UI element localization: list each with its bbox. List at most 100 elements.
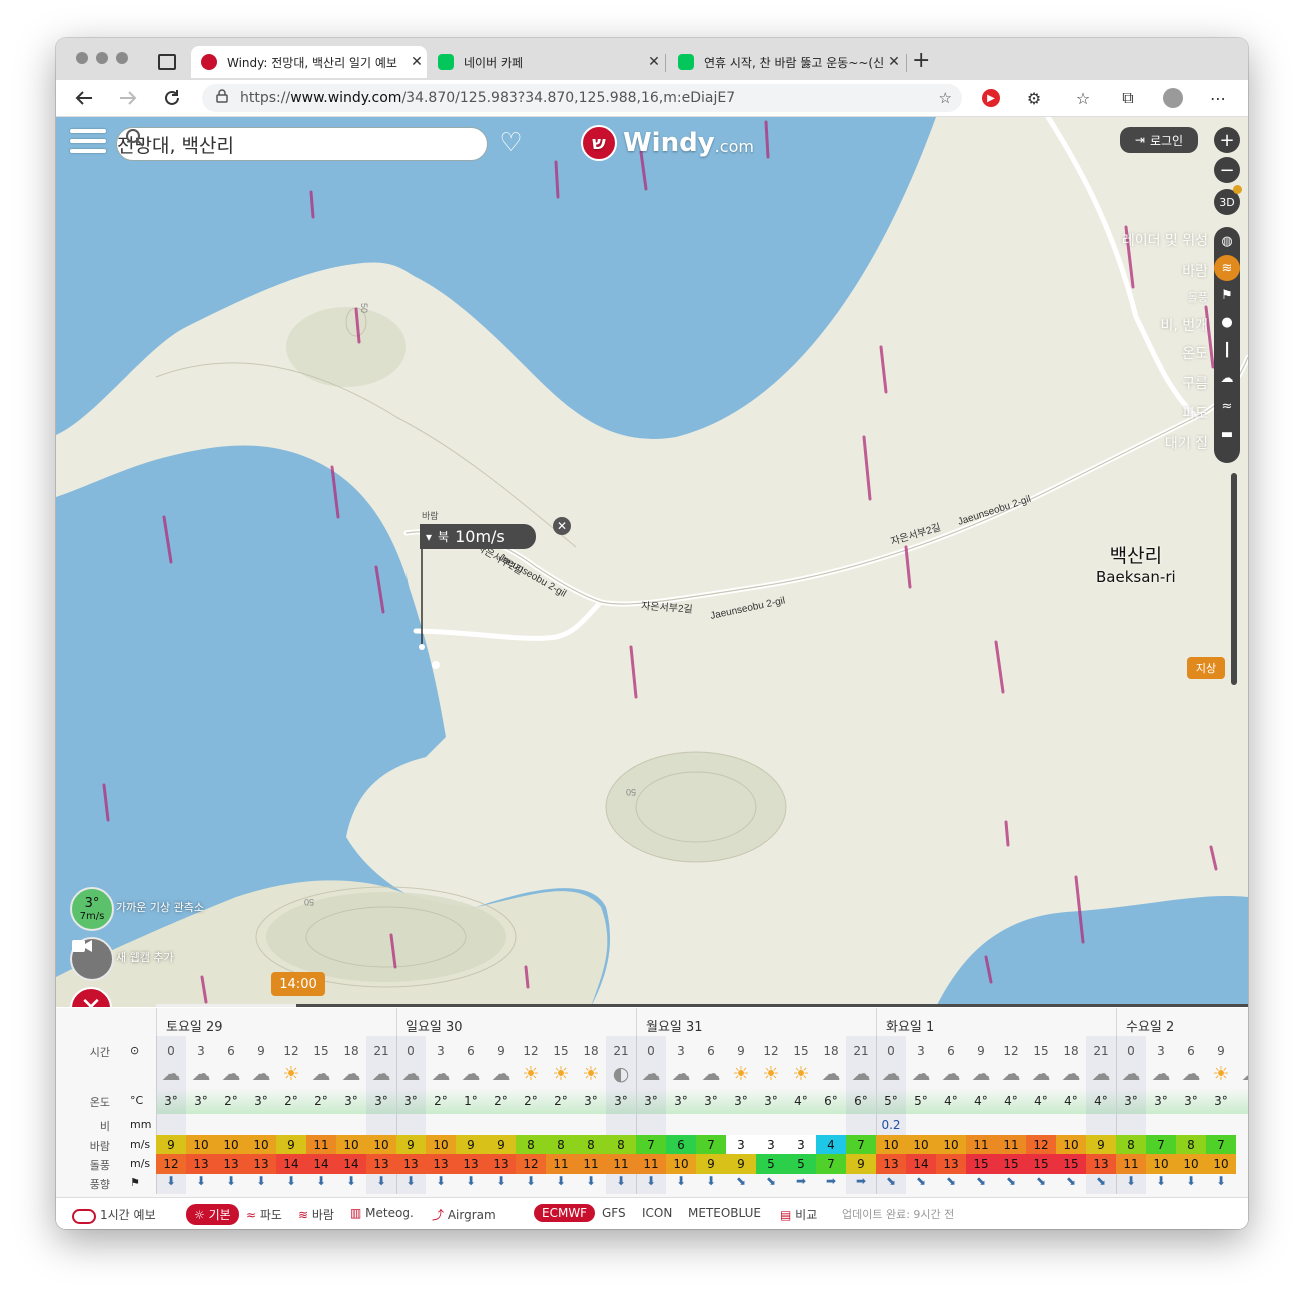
station-label[interactable]: 가까운 기상 관측소 xyxy=(116,899,204,915)
day-header[interactable]: 토요일 29 xyxy=(166,1016,223,1035)
weather-station-button[interactable]: 3° 7m/s xyxy=(70,887,114,931)
close-tab-icon[interactable]: ✕ xyxy=(884,54,904,70)
place-name-en: Baeksan-ri xyxy=(1096,568,1176,586)
layer-label-air-quality[interactable]: 대기 질 xyxy=(1165,433,1208,453)
model-ecmwf[interactable]: ECMWF xyxy=(534,1204,596,1222)
wind-direction-arrow-icon: ➡ xyxy=(825,1174,837,1188)
day-header[interactable]: 화요일 1 xyxy=(886,1016,934,1035)
wind-icon[interactable]: ≋ xyxy=(1214,255,1240,281)
tab-wind[interactable]: ≋ 바람 xyxy=(298,1206,334,1223)
hour-cell: 12 xyxy=(283,1044,299,1058)
tab-meteogram[interactable]: ▥ Meteog. xyxy=(350,1206,414,1220)
new-tab-button[interactable]: + xyxy=(912,48,930,73)
close-popup-icon[interactable]: ✕ xyxy=(553,517,571,535)
wind-popup[interactable]: ▾ 북 10m/s xyxy=(420,524,536,549)
timeline-bar[interactable] xyxy=(156,1004,1248,1007)
layer-label-rain[interactable]: 비, 번개 xyxy=(1160,315,1208,335)
cloud-icon[interactable]: ☁ xyxy=(1214,365,1240,391)
temp-cell: 4° xyxy=(944,1094,958,1108)
model-meteoblue[interactable]: METEOBLUE xyxy=(688,1206,761,1220)
day-header[interactable]: 일요일 30 xyxy=(406,1016,463,1035)
close-tab-icon[interactable]: ✕ xyxy=(644,54,664,70)
tab-naver-post[interactable]: 연휴 시작, 찬 바람 뚫고 운동~~(신당 ✕ xyxy=(668,46,904,78)
menu-icon[interactable] xyxy=(70,129,106,157)
gust-cell: 5 xyxy=(756,1154,786,1174)
favorite-heart-icon[interactable]: ♡ xyxy=(498,130,524,156)
tab-naver-cafe[interactable]: 네이버 카페 ✕ xyxy=(428,46,664,78)
drop-icon[interactable]: ● xyxy=(1214,309,1240,335)
time-badge[interactable]: 14:00 xyxy=(271,972,325,996)
thermometer-icon[interactable]: ┃ xyxy=(1214,337,1240,363)
favorites-icon[interactable]: ☆ xyxy=(1071,86,1095,110)
flag-icon[interactable]: ⚑ xyxy=(1214,282,1240,308)
layer-label-radar[interactable]: 레이더 및 위성 xyxy=(1122,230,1208,250)
tab-waves[interactable]: ≈ 파도 xyxy=(246,1206,282,1223)
compare-models[interactable]: ▤ 비교 xyxy=(780,1206,817,1223)
windy-logo[interactable]: ש Windy. com xyxy=(581,125,754,161)
gust-cell: 13 xyxy=(426,1154,456,1174)
wind-cell: 9 xyxy=(1086,1135,1116,1155)
gust-cell: 13 xyxy=(1086,1154,1116,1174)
model-icon[interactable]: ICON xyxy=(642,1206,672,1220)
zoom-out-button[interactable]: − xyxy=(1214,157,1240,183)
waves-icon[interactable]: ≈ xyxy=(1214,393,1240,419)
extensions-icon[interactable]: ⚙ xyxy=(1022,86,1046,110)
webcam-button[interactable] xyxy=(70,937,114,981)
forward-icon[interactable] xyxy=(116,86,140,110)
layer-label-clouds[interactable]: 구름 xyxy=(1182,373,1208,393)
wind-direction-arrow-icon: ⬊ xyxy=(945,1174,957,1188)
add-favorite-icon[interactable]: ☆ xyxy=(939,89,952,107)
gust-cell: 12 xyxy=(156,1154,186,1174)
day-header[interactable]: 수요일 2 xyxy=(1126,1016,1174,1035)
cloud-icon: ☁ xyxy=(401,1063,421,1085)
tab-windy[interactable]: Windy: 전망대, 백산리 일기 예보 ✕ xyxy=(191,46,427,78)
youtube-extension-icon[interactable]: ▶ xyxy=(979,86,1003,110)
wind-cell: 3 xyxy=(786,1135,816,1155)
hourly-toggle[interactable] xyxy=(72,1209,96,1224)
gust-cell: 10 xyxy=(1146,1154,1176,1174)
map-view[interactable]: 자은서부2길 Jaeunseobu 2-gil 자은서부2길 Jaeunseob… xyxy=(56,117,1248,1007)
login-button[interactable]: ⇥ 로그인 xyxy=(1120,127,1198,153)
wind-cell: 10 xyxy=(366,1135,396,1155)
reload-icon[interactable] xyxy=(160,86,184,110)
layer-label-temp[interactable]: 온도 xyxy=(1182,343,1208,363)
minimize-window-button[interactable] xyxy=(96,52,108,64)
layer-label-waves[interactable]: 파도 xyxy=(1182,403,1208,423)
cloud-icon: ☁ xyxy=(1236,1064,1249,1084)
model-gfs[interactable]: GFS xyxy=(602,1206,626,1220)
tab-overview-icon[interactable] xyxy=(158,54,176,70)
altitude-slider[interactable] xyxy=(1231,473,1237,685)
gust-cell: 13 xyxy=(936,1154,966,1174)
day-header[interactable]: 월요일 31 xyxy=(646,1016,703,1035)
globe-icon[interactable]: ◍ xyxy=(1214,228,1240,254)
tab-title: 네이버 카페 xyxy=(464,55,524,70)
altitude-ground-label[interactable]: 지상 xyxy=(1187,657,1225,679)
car-icon[interactable]: ▬ xyxy=(1214,421,1240,447)
more-menu-icon[interactable]: ⋯ xyxy=(1206,86,1230,110)
tab-airgram[interactable]: ⤴ Airgram xyxy=(432,1206,496,1223)
tab-basic[interactable]: ☼ 기본 xyxy=(186,1204,239,1225)
collections-icon[interactable]: ⧉ xyxy=(1116,86,1140,110)
logo-suffix: com xyxy=(719,136,754,156)
zoom-in-button[interactable]: + xyxy=(1214,127,1240,153)
browser-toolbar: https://www.windy.com/34.870/125.983?34.… xyxy=(56,80,1248,117)
close-tab-icon[interactable]: ✕ xyxy=(407,54,427,70)
back-icon[interactable] xyxy=(72,86,96,110)
address-bar[interactable]: https://www.windy.com/34.870/125.983?34.… xyxy=(202,84,962,112)
layer-label-gust[interactable]: 돌풍 xyxy=(1188,289,1208,305)
search-input[interactable]: 전망대, 백산리 xyxy=(116,127,488,161)
webcam-label[interactable]: 새 웹캠 추가 xyxy=(116,949,174,965)
gust-cell: 10 xyxy=(1206,1154,1236,1174)
tab-divider xyxy=(906,54,907,72)
hourly-forecast-label[interactable]: 1시간 예보 xyxy=(100,1206,156,1223)
close-window-button[interactable] xyxy=(76,52,88,64)
layer-label-wind[interactable]: 바람 xyxy=(1182,261,1208,281)
maximize-window-button[interactable] xyxy=(116,52,128,64)
wind-cell: 9 xyxy=(276,1135,306,1155)
gust-cell: 14 xyxy=(276,1154,306,1174)
wind-cell: 3 xyxy=(726,1135,756,1155)
gust-cell: 14 xyxy=(336,1154,366,1174)
layer-menu: ◍ ≋ ⚑ ● ┃ ☁ ≈ ▬ xyxy=(1214,227,1240,463)
lock-icon[interactable] xyxy=(216,89,228,107)
profile-avatar[interactable] xyxy=(1161,86,1185,110)
